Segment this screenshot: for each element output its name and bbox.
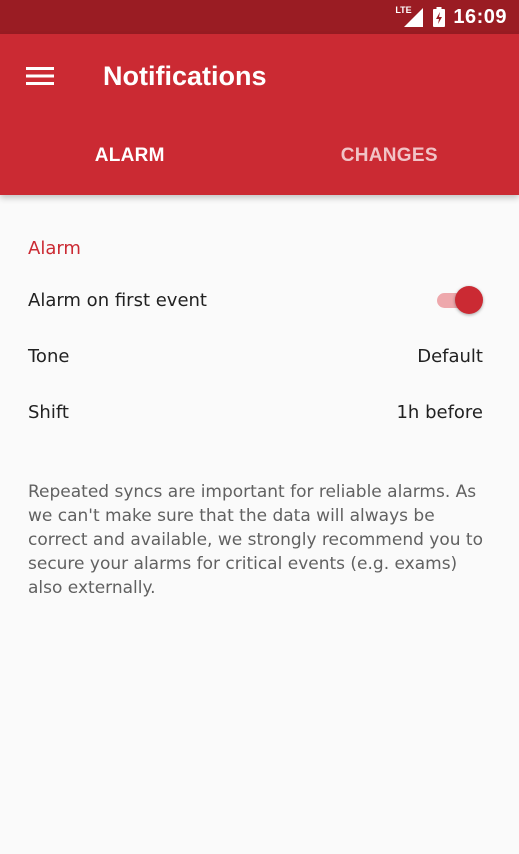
status-bar: LTE 16:09 xyxy=(0,0,519,34)
page-title: Notifications xyxy=(103,61,267,91)
hamburger-menu-icon xyxy=(26,67,54,85)
alarm-on-first-event-row[interactable]: Alarm on first event xyxy=(28,280,483,320)
shift-row[interactable]: Shift 1h before xyxy=(28,392,483,432)
alarm-on-first-event-toggle[interactable] xyxy=(435,285,483,315)
status-icons: LTE 16:09 xyxy=(395,0,507,34)
alarm-on-first-event-label: Alarm on first event xyxy=(28,289,207,311)
lte-signal-icon: LTE xyxy=(395,5,425,28)
shift-value: 1h before xyxy=(396,401,483,423)
battery-charging-icon xyxy=(433,7,446,27)
tone-value: Default xyxy=(417,345,483,367)
clock: 16:09 xyxy=(453,5,507,28)
menu-button[interactable] xyxy=(14,58,66,94)
section-header-alarm: Alarm xyxy=(28,238,81,259)
toggle-thumb xyxy=(455,286,483,314)
info-text: Repeated syncs are important for reliabl… xyxy=(28,482,483,598)
shift-label: Shift xyxy=(28,401,69,423)
tab-changes[interactable]: CHANGES xyxy=(260,128,519,184)
tone-row[interactable]: Tone Default xyxy=(28,336,483,376)
tone-label: Tone xyxy=(28,345,70,367)
tab-alarm[interactable]: ALARM xyxy=(0,128,260,184)
tab-alarm-label: ALARM xyxy=(94,145,165,166)
tab-changes-label: CHANGES xyxy=(340,145,438,166)
tab-bar: ALARM CHANGES xyxy=(0,128,519,184)
app-bar: Notifications ALARM CHANGES xyxy=(0,34,519,195)
